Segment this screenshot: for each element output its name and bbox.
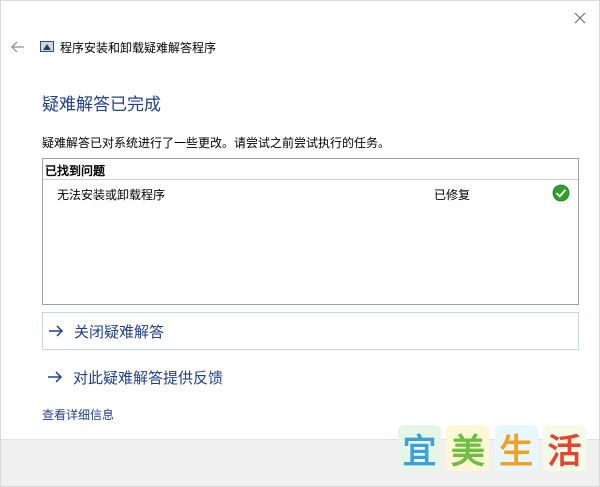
- title-bar: 程序安装和卸载疑难解答程序: [1, 33, 599, 61]
- action-label: 关闭疑难解答: [74, 322, 165, 341]
- watermark-char: 宜: [398, 425, 441, 472]
- results-divider: [43, 179, 578, 180]
- check-icon: [552, 184, 570, 202]
- window-title: 程序安装和卸载疑难解答程序: [60, 40, 217, 55]
- back-arrow-icon: [11, 41, 24, 53]
- watermark-char: 美: [446, 425, 490, 472]
- troubleshooter-window: 程序安装和卸载疑难解答程序 疑难解答已完成 疑难解答已对系统进行了一些更改。请尝…: [0, 0, 600, 487]
- problem-status: 已修复: [434, 188, 471, 202]
- troubleshooter-icon: [40, 41, 54, 52]
- results-panel: 已找到问题 无法安装或卸载程序 已修复: [42, 158, 579, 305]
- feedback-button[interactable]: 对此疑难解答提供反馈: [42, 358, 579, 396]
- close-icon: [574, 12, 586, 24]
- watermark-char: 生: [494, 425, 538, 472]
- action-label: 对此疑难解答提供反馈: [73, 368, 224, 387]
- arrow-right-icon: [48, 324, 66, 338]
- problem-name: 无法安装或卸载程序: [57, 188, 166, 202]
- description-text: 疑难解答已对系统进行了一些更改。请尝试之前尝试执行的任务。: [42, 136, 391, 150]
- list-item: 无法安装或卸载程序 已修复: [43, 183, 578, 203]
- back-button[interactable]: [8, 37, 28, 57]
- view-details-link[interactable]: 查看详细信息: [42, 406, 114, 423]
- close-troubleshooter-button[interactable]: 关闭疑难解答: [42, 312, 579, 350]
- arrow-right-icon: [47, 370, 65, 384]
- watermark-char: 活: [542, 425, 586, 472]
- close-button[interactable]: [569, 7, 591, 29]
- watermark-logo: 宜 美 生 活: [394, 420, 590, 476]
- results-header: 已找到问题: [45, 164, 106, 178]
- page-title: 疑难解答已完成: [42, 95, 161, 115]
